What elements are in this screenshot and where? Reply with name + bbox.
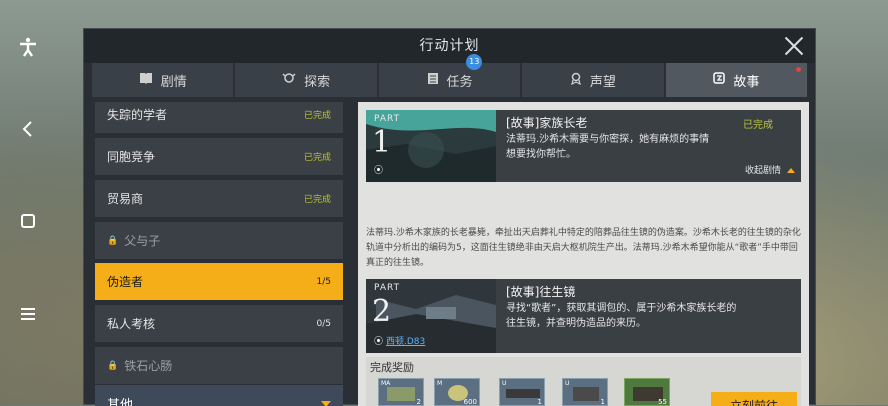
list-item[interactable]: 同胞竞争 已完成: [95, 138, 343, 175]
part-title: [故事]家族长老: [506, 114, 587, 131]
tab-label: 声望: [590, 71, 616, 90]
part-number: 1: [372, 125, 391, 160]
collapse-label: 收起剧情: [745, 166, 781, 176]
collapse-story-button[interactable]: 收起剧情: [745, 163, 795, 176]
list-item[interactable]: 失踪的学者 已完成: [95, 102, 343, 133]
explore-icon: [282, 72, 296, 88]
location-pin-icon: ⦿: [374, 163, 383, 176]
story-icon: [713, 72, 725, 88]
list-item[interactable]: 贸易商 已完成: [95, 180, 343, 217]
section-header-other[interactable]: 其他: [95, 385, 343, 406]
list-item-selected[interactable]: 伪造者 1/5: [95, 263, 343, 300]
system-nav-bar: [0, 0, 58, 405]
menu-icon[interactable]: [17, 303, 39, 325]
new-indicator-dot: [796, 67, 801, 72]
story-part-card: PART 2 ⦿ 西顿.D83 [故事]往生镜 寻找“歌者”，获取其调包的、属于…: [366, 279, 801, 353]
item-type: U: [502, 380, 506, 387]
home-icon[interactable]: [17, 210, 39, 232]
tab-story[interactable]: 故事: [666, 63, 807, 97]
story-list: 失踪的学者 已完成 同胞竞争 已完成 贸易商 已完成 🔒 父与子 伪造者 1/5…: [95, 102, 343, 406]
status-badge: 已完成: [304, 108, 331, 121]
tab-label: 探索: [304, 71, 330, 90]
reward-item[interactable]: MA 2: [378, 378, 424, 406]
tab-label: 剧情: [161, 71, 187, 90]
story-part-card: PART 1 ⦿ [故事]家族长老 已完成 法蒂玛.沙希木需要与你密探，她有麻烦…: [366, 110, 801, 182]
item-label: 私人考核: [107, 315, 155, 332]
lock-icon: 🔒: [107, 361, 118, 371]
reward-item[interactable]: U 1: [562, 378, 608, 406]
list-item[interactable]: 私人考核 0/5: [95, 305, 343, 342]
task-count-badge: 13: [466, 54, 482, 70]
reward-item[interactable]: 55: [624, 378, 670, 406]
panel-titlebar: 行动计划: [84, 29, 815, 63]
item-type: M: [437, 380, 442, 387]
item-label: 伪造者: [107, 273, 143, 290]
reward-title: 完成奖励: [370, 359, 414, 375]
part-label: PART: [374, 114, 400, 124]
tab-label: 故事: [733, 71, 759, 90]
book-icon: [139, 72, 153, 88]
item-label: 同胞竞争: [107, 148, 155, 165]
clipboard-icon: [427, 72, 439, 89]
accessibility-icon[interactable]: [17, 36, 39, 58]
tab-bar: 剧情 探索 任务 13 声望 故事: [92, 63, 807, 97]
status-badge: 已完成: [304, 192, 331, 205]
tab-explore[interactable]: 探索: [235, 63, 376, 97]
section-label: 其他: [107, 394, 133, 406]
part-label: PART: [374, 283, 400, 293]
reward-item[interactable]: M 600: [434, 378, 480, 406]
item-label: 铁石心肠: [124, 357, 172, 374]
item-label: 失踪的学者: [107, 106, 167, 123]
part-number: 2: [372, 294, 391, 329]
tab-label: 任务: [447, 71, 473, 90]
location-pin-icon: ⦿: [374, 334, 383, 347]
lock-icon: 🔒: [107, 236, 118, 246]
part-description: 寻找“歌者”，获取其调包的、属于沙希木家族长老的往生镜，并查明伪造品的来历。: [506, 301, 746, 331]
part-title: [故事]往生镜: [506, 283, 575, 300]
item-label: 父与子: [124, 232, 160, 249]
chevron-up-icon: [787, 168, 795, 173]
reward-item[interactable]: U 1: [499, 378, 545, 406]
tab-story-plot[interactable]: 剧情: [92, 63, 233, 97]
story-detail: PART 1 ⦿ [故事]家族长老 已完成 法蒂玛.沙希木需要与你密探，她有麻烦…: [358, 102, 809, 406]
part-description: 法蒂玛.沙希木需要与你密探，她有麻烦的事情想要找你帮忙。: [506, 132, 716, 162]
tab-reputation[interactable]: 声望: [522, 63, 663, 97]
item-type: U: [565, 380, 569, 387]
item-label: 贸易商: [107, 190, 143, 207]
chevron-down-icon: [321, 401, 331, 406]
progress-count: 1/5: [317, 277, 331, 287]
progress-count: 0/5: [317, 319, 331, 329]
status-badge: 已完成: [743, 116, 773, 131]
action-plan-panel: 行动计划 剧情 探索 任务 13 声望 故事 失踪的学者 已完成 同胞竞争 已完…: [83, 28, 816, 405]
go-now-button[interactable]: 立刻前往: [711, 392, 797, 406]
close-icon[interactable]: [781, 33, 807, 59]
tab-tasks[interactable]: 任务 13: [379, 63, 520, 97]
award-icon: [570, 72, 582, 89]
back-icon[interactable]: [17, 118, 39, 140]
panel-title: 行动计划: [420, 38, 480, 54]
status-badge: 已完成: [304, 150, 331, 163]
item-type: MA: [381, 380, 390, 387]
list-item-locked[interactable]: 🔒 铁石心肠: [95, 347, 343, 384]
list-item-locked[interactable]: 🔒 父与子: [95, 222, 343, 259]
story-text: 法蒂玛.沙希木家族的长老暴毙，牵扯出天启葬礼中特定的陪葬品往生镜的伪造案。沙希木…: [366, 226, 801, 271]
location-link[interactable]: 西顿.D83: [386, 334, 425, 347]
